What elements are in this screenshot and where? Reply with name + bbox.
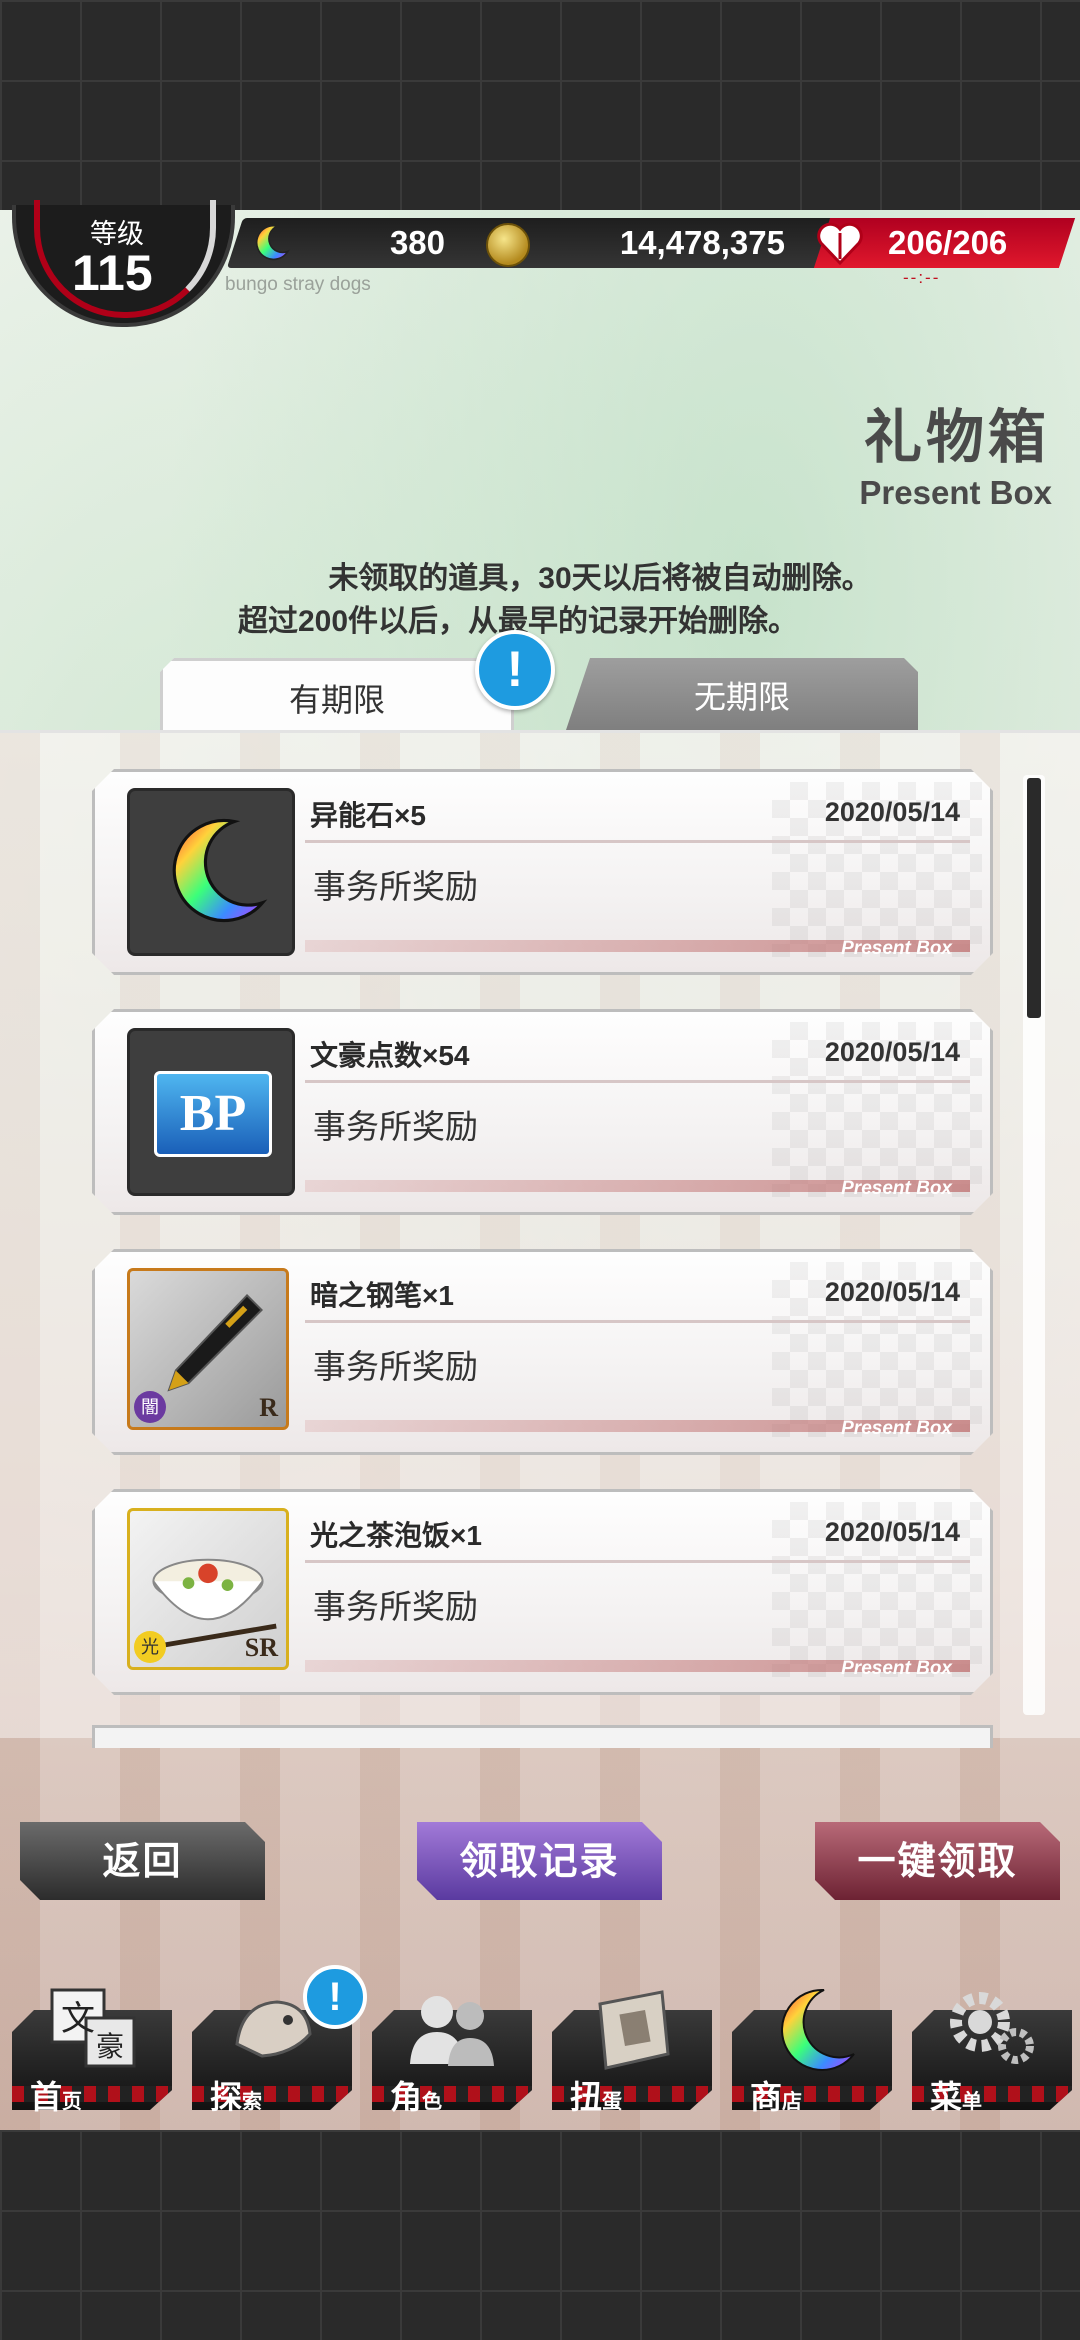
game-subtitle: bungo stray dogs: [225, 274, 371, 295]
page-title-en: Present Box: [859, 474, 1052, 511]
item-name: 文豪点数×54: [310, 1040, 470, 1071]
bungo-home-icon: 文 豪: [50, 1988, 136, 2068]
item-name: 异能石×5: [310, 800, 426, 831]
bottom-system-bar: [0, 2130, 1080, 2340]
nav-characters[interactable]: 角色: [372, 1990, 532, 2125]
item-source: 事务所奖励: [313, 1348, 478, 1385]
gacha-book-icon: [598, 1990, 670, 2070]
heart-hp-icon: [817, 222, 863, 266]
bp-book-icon: BP: [154, 1071, 272, 1157]
stone-count: 380: [389, 224, 445, 261]
coin-icon: [486, 223, 530, 267]
shop-moon-icon: [781, 1988, 855, 2071]
rainbow-moon-icon: [150, 809, 275, 934]
list-item[interactable]: 异能石×5 2020/05/14 事务所奖励 Present Box: [92, 769, 993, 975]
rarity-label: SR: [244, 1633, 278, 1662]
item-tag: Present Box: [841, 1178, 952, 1199]
hp-value: 206/206: [888, 224, 1008, 261]
nav-menu[interactable]: 菜单: [912, 1990, 1072, 2125]
list-item[interactable]: BP 文豪点数×54 2020/05/14 事务所奖励 Present Box: [92, 1009, 993, 1215]
item-tag: Present Box: [841, 1658, 952, 1679]
item-name: 光之茶泡饭×1: [310, 1520, 482, 1551]
item-icon-frame: 闇 R: [127, 1268, 289, 1430]
item-source: 事务所奖励: [313, 1588, 478, 1625]
page-title: 礼物箱: [863, 405, 1050, 470]
level-value: 115: [72, 245, 153, 301]
nav-label: 首页: [30, 2079, 83, 2115]
claim-all-button[interactable]: 一键领取: [815, 1822, 1060, 1900]
list-item[interactable]: 闇 R 暗之钢笔×1 2020/05/14 事务所奖励 Present Box: [92, 1249, 993, 1455]
nav-label: 扭蛋: [570, 2079, 623, 2115]
list-item[interactable]: 光 SR 光之茶泡饭×1 2020/05/14 事务所奖励 Present Bo…: [92, 1489, 993, 1695]
item-icon-frame: BP: [127, 1028, 295, 1196]
nav-label: 角色: [390, 2079, 443, 2115]
nav-label: 菜单: [930, 2079, 983, 2115]
svg-text:豪: 豪: [96, 2030, 124, 2063]
nav-gacha[interactable]: 扭蛋: [552, 1990, 712, 2125]
ochazuke-bowl-icon: 光 SR: [127, 1508, 289, 1670]
nav-label: 商店: [750, 2079, 803, 2115]
item-icon-frame: [127, 788, 295, 956]
explore-alert-icon: !: [303, 1965, 367, 2029]
tab-limited[interactable]: 有期限: [160, 658, 514, 733]
item-source: 事务所奖励: [313, 1108, 478, 1145]
present-list[interactable]: 异能石×5 2020/05/14 事务所奖励 Present Box BP 文豪…: [0, 730, 1080, 1738]
dark-attribute-icon: 闇: [134, 1391, 166, 1423]
item-name: 暗之钢笔×1: [310, 1280, 454, 1311]
item-date: 2020/05/14: [824, 797, 960, 827]
nav-shop[interactable]: 商店: [732, 1988, 892, 2125]
light-attribute-icon: 光: [134, 1631, 166, 1663]
top-system-bar: [0, 0, 1080, 210]
rarity-label: R: [259, 1393, 278, 1422]
characters-icon: [410, 1996, 494, 2066]
tab-unlimited[interactable]: 无期限: [566, 658, 918, 730]
coin-count: 14,478,375: [619, 224, 785, 261]
claim-history-button[interactable]: 领取记录: [417, 1822, 662, 1900]
nav-label: 探索: [210, 2079, 263, 2115]
hp-timer: --:--: [903, 268, 941, 287]
nav-home[interactable]: 文 豪 首页: [12, 1988, 172, 2125]
item-date: 2020/05/14: [824, 1037, 960, 1067]
item-tag: Present Box: [841, 1418, 952, 1439]
list-item-partial: [92, 1725, 993, 1748]
svg-text:文: 文: [61, 1999, 95, 2039]
item-tag: Present Box: [841, 938, 952, 959]
menu-gear-icon: [950, 1992, 1034, 2064]
item-icon-frame: 光 SR: [127, 1508, 289, 1670]
item-date: 2020/05/14: [824, 1517, 960, 1547]
fountain-pen-icon: 闇 R: [127, 1268, 289, 1430]
ability-stone-icon: [255, 224, 290, 261]
alert-badge-icon: !: [475, 630, 555, 710]
item-date: 2020/05/14: [824, 1277, 960, 1307]
scrollbar-thumb[interactable]: [1027, 778, 1041, 1018]
item-source: 事务所奖励: [313, 868, 478, 905]
back-button[interactable]: 返回: [20, 1822, 265, 1900]
notice-line-1: 未领取的道具，30天以后将被自动删除。: [328, 562, 872, 595]
